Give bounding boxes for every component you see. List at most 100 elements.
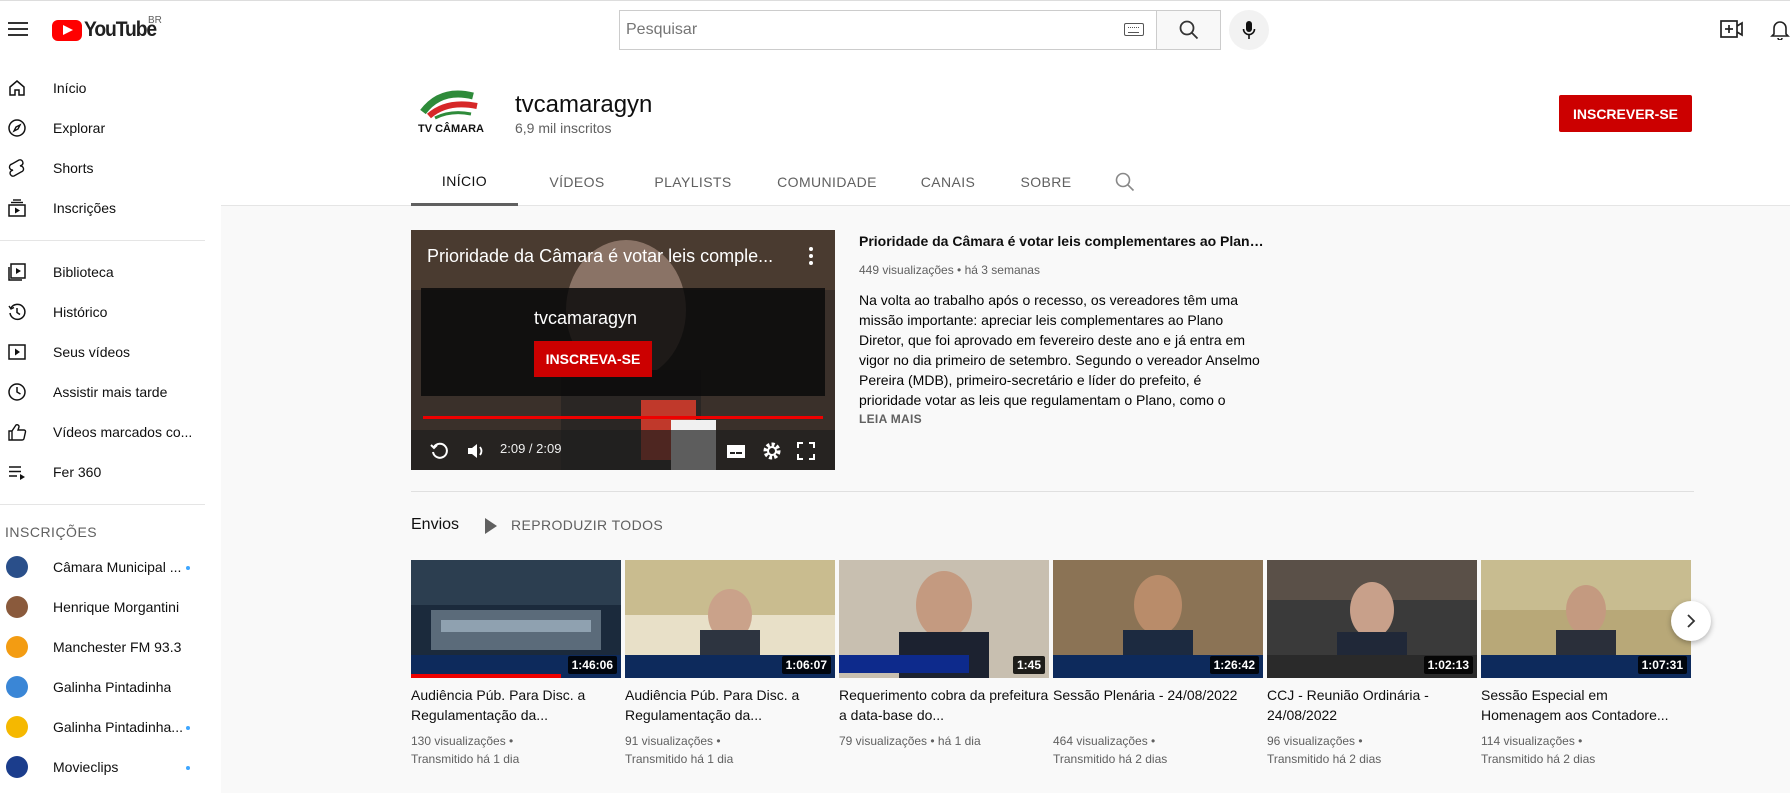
subscribe-button[interactable]: INSCREVER-SE	[1559, 95, 1692, 132]
more-options-icon[interactable]	[801, 244, 821, 268]
subscription-channel[interactable]: Movieclips	[0, 747, 221, 787]
sidebar-item-home[interactable]: Início	[0, 68, 221, 108]
watch-later-icon	[8, 383, 26, 401]
video-duration: 1:06:07	[781, 656, 831, 674]
sidebar-item-liked-videos[interactable]: Vídeos marcados co...	[0, 412, 221, 452]
channel-avatar[interactable]: TV CÂMARA	[411, 74, 491, 154]
sidebar-item-watch-later[interactable]: Assistir mais tarde	[0, 372, 221, 412]
liked-icon	[8, 424, 27, 441]
video-title[interactable]: Sessão Plenária - 24/08/2022	[1053, 685, 1263, 725]
sidebar-item-library[interactable]: Biblioteca	[0, 252, 221, 292]
channel-page: TV CÂMARA tvcamaragyn 6,9 mil inscritos …	[221, 56, 1790, 793]
sidebar-item-shorts[interactable]: Shorts	[0, 148, 221, 188]
video-thumbnail[interactable]: 1:02:13	[1267, 560, 1477, 678]
video-views: 79 visualizações • há 1 dia	[839, 734, 981, 748]
video-card[interactable]: 1:45 Requerimento cobra da prefeitura a …	[839, 560, 1049, 750]
tab-community[interactable]: COMUNIDADE	[762, 158, 892, 206]
new-content-indicator	[186, 766, 190, 770]
video-thumbnail[interactable]: 1:06:07	[625, 560, 835, 678]
video-title[interactable]: Requerimento cobra da prefeitura a data-…	[839, 685, 1049, 725]
sidebar-item-playlist[interactable]: Fer 360	[0, 452, 221, 492]
video-title[interactable]: CCJ - Reunião Ordinária - 24/08/2022	[1267, 685, 1477, 725]
featured-video-title[interactable]: Prioridade da Câmara é votar leis comple…	[859, 233, 1264, 249]
bell-icon	[1770, 21, 1790, 40]
subscription-channel[interactable]: Henrique Morgantini	[0, 587, 221, 627]
play-icon	[485, 518, 497, 535]
sidebar: Início Explorar Shorts Inscrições Biblio…	[0, 56, 221, 793]
video-title[interactable]: Audiência Púb. Para Disc. a Regulamentaç…	[411, 685, 621, 725]
video-title[interactable]: Audiência Púb. Para Disc. a Regulamentaç…	[625, 685, 835, 725]
video-card[interactable]: 1:46:06 Audiência Púb. Para Disc. a Regu…	[411, 560, 621, 768]
tab-videos[interactable]: VÍDEOS	[532, 158, 622, 206]
end-screen-subscribe-button[interactable]: INSCREVA-SE	[534, 341, 652, 377]
avatar-text: TV CÂMARA	[418, 122, 484, 135]
tab-search[interactable]	[1101, 158, 1149, 206]
chevron-right-icon	[1687, 614, 1696, 628]
menu-icon[interactable]	[6, 17, 30, 41]
replay-icon[interactable]	[429, 440, 451, 462]
video-card[interactable]: 1:02:13 CCJ - Reunião Ordinária - 24/08/…	[1267, 560, 1477, 768]
tab-home[interactable]: INÍCIO	[411, 158, 518, 206]
sidebar-item-history[interactable]: Histórico	[0, 292, 221, 332]
library-icon	[8, 263, 26, 281]
logo-text: YouTube	[84, 18, 157, 41]
create-video-icon	[1720, 20, 1743, 38]
youtube-logo[interactable]: YouTube BR	[52, 15, 162, 42]
search-icon	[1179, 20, 1198, 40]
video-card[interactable]: 1:07:31 Sessão Especial em Homenagem aos…	[1481, 560, 1691, 768]
video-thumbnail[interactable]: 1:26:42	[1053, 560, 1263, 678]
play-all-button[interactable]: REPRODUZIR TODOS	[485, 517, 664, 535]
sidebar-item-your-videos[interactable]: Seus vídeos	[0, 332, 221, 372]
sidebar-item-explore[interactable]: Explorar	[0, 108, 221, 148]
subscription-channel[interactable]: Manchester FM 93.3	[0, 627, 221, 667]
sidebar-item-label: Biblioteca	[53, 264, 114, 280]
video-thumbnail[interactable]: 1:46:06	[411, 560, 621, 678]
featured-video-player[interactable]: Prioridade da Câmara é votar leis comple…	[411, 230, 835, 470]
tab-playlists[interactable]: PLAYLISTS	[641, 158, 745, 206]
subtitles-icon[interactable]	[725, 440, 747, 462]
end-screen-subscribe-card: tvcamaragyn INSCREVA-SE	[421, 288, 825, 396]
channel-avatar	[6, 716, 28, 738]
tab-about[interactable]: SOBRE	[1006, 158, 1086, 206]
video-card[interactable]: 1:26:42 Sessão Plenária - 24/08/2022 464…	[1053, 560, 1263, 768]
new-content-indicator	[186, 566, 190, 570]
featured-video-description: Na volta ao trabalho após o recesso, os …	[859, 292, 1260, 408]
keyboard-icon[interactable]	[1124, 23, 1144, 36]
channel-avatar	[6, 596, 28, 618]
video-card[interactable]: 1:06:07 Audiência Púb. Para Disc. a Regu…	[625, 560, 835, 768]
youtube-play-icon	[52, 19, 82, 41]
sidebar-item-label: Shorts	[53, 160, 94, 176]
subscription-channel[interactable]: Galinha Pintadinha	[0, 667, 221, 707]
subscriptions-heading: INSCRIÇÕES	[5, 524, 98, 540]
video-thumbnail[interactable]: 1:45	[839, 560, 1049, 678]
sidebar-item-label: Inscrições	[53, 200, 117, 216]
subscription-channel[interactable]: Câmara Municipal ...	[0, 547, 221, 587]
read-more-link[interactable]: LEIA MAIS	[859, 412, 1264, 426]
playlist-icon	[9, 466, 25, 480]
volume-icon[interactable]	[465, 440, 487, 462]
sidebar-item-label: Movieclips	[53, 759, 119, 775]
sidebar-item-label: Assistir mais tarde	[53, 384, 168, 400]
search-button[interactable]	[1157, 10, 1221, 50]
shelf-title[interactable]: Envios	[411, 516, 459, 534]
channel-avatar	[6, 676, 28, 698]
play-all-label: REPRODUZIR TODOS	[511, 517, 664, 533]
video-views: 114 visualizações •	[1481, 734, 1583, 748]
shelf-next-button[interactable]	[1671, 601, 1711, 641]
fullscreen-icon[interactable]	[795, 440, 817, 462]
tab-channels[interactable]: CANAIS	[908, 158, 988, 206]
settings-gear-icon[interactable]	[761, 440, 783, 462]
subscription-channel[interactable]: Galinha Pintadinha...	[0, 707, 221, 747]
channel-header: TV CÂMARA tvcamaragyn 6,9 mil inscritos …	[221, 56, 1790, 206]
video-date: Transmitido há 2 dias	[1053, 752, 1168, 766]
voice-search-button[interactable]	[1229, 10, 1269, 50]
sidebar-item-subscriptions[interactable]: Inscrições	[0, 188, 221, 228]
video-title[interactable]: Sessão Especial em Homenagem aos Contado…	[1481, 685, 1691, 725]
notifications-button[interactable]	[1770, 17, 1790, 41]
video-thumbnail[interactable]: 1:07:31	[1481, 560, 1691, 678]
featured-video-info: Prioridade da Câmara é votar leis comple…	[859, 230, 1264, 426]
home-icon	[9, 80, 25, 96]
progress-bar[interactable]	[423, 416, 823, 419]
search-input[interactable]	[620, 11, 1100, 49]
create-video-button[interactable]	[1720, 18, 1744, 40]
